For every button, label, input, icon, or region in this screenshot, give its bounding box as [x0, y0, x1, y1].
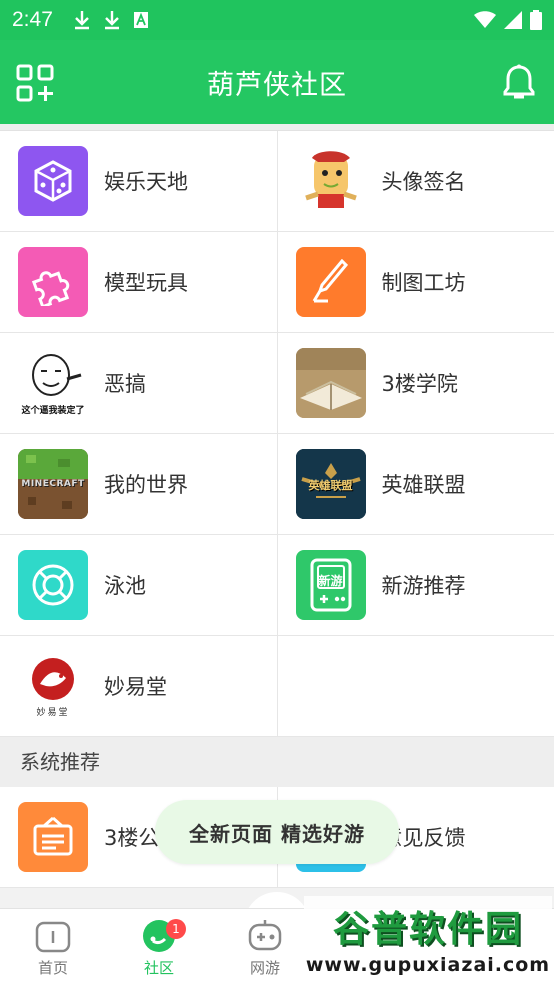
- category-label: 头像签名: [381, 170, 466, 194]
- category-label: 娱乐天地: [104, 170, 188, 194]
- category-item-entertainment[interactable]: 娱乐天地: [0, 131, 277, 231]
- notification-icons: [73, 10, 149, 30]
- app-notification-icon: [133, 12, 148, 28]
- signal-icon: [504, 11, 522, 29]
- meme-face-icon: 这个逼我装定了: [18, 348, 88, 418]
- category-item-avatar[interactable]: 头像签名: [276, 131, 554, 231]
- category-item-drawing[interactable]: 制图工坊: [276, 232, 554, 332]
- section-title-system: 系统推荐: [0, 737, 554, 787]
- tab-online-games[interactable]: 网游: [212, 909, 318, 984]
- notice-board-icon: [18, 802, 88, 872]
- category-label: 模型玩具: [104, 271, 188, 295]
- category-label: 制图工坊: [381, 271, 466, 295]
- open-book-icon: [295, 348, 366, 418]
- battery-icon: [530, 10, 542, 30]
- tab-label: 社区: [143, 959, 174, 977]
- category-label: 3楼学院: [381, 372, 458, 396]
- gamepad-icon: [248, 920, 282, 951]
- category-item-miaoyitang[interactable]: 妙易堂 妙易堂: [0, 636, 277, 736]
- puzzle-icon: [18, 247, 88, 317]
- category-label: 新游推荐: [381, 574, 466, 598]
- category-label: 我的世界: [104, 473, 188, 497]
- fish-logo-icon: 妙易堂: [18, 651, 88, 721]
- status-time: 2:47: [12, 8, 53, 31]
- gamepad-new-icon: 新游: [295, 550, 366, 620]
- pen-nib-icon: [295, 247, 366, 317]
- lol-icon: 英雄联盟: [295, 449, 366, 519]
- watermark-url: www.gupuxiazai.com: [305, 954, 551, 976]
- category-item-pool[interactable]: 泳池: [0, 535, 277, 635]
- tab-community[interactable]: 1 社区: [106, 909, 212, 984]
- tab-home[interactable]: 首页: [0, 909, 106, 984]
- download-icon: [74, 11, 89, 30]
- category-item-academy[interactable]: 3楼学院: [276, 333, 554, 433]
- category-empty-cell: [276, 636, 554, 736]
- category-label: 恶搞: [104, 372, 146, 396]
- category-item-new-games[interactable]: 新游 新游推荐: [276, 535, 554, 635]
- category-label: 泳池: [104, 574, 146, 598]
- category-item-minecraft[interactable]: MINECRAFT 我的世界: [0, 434, 277, 534]
- bell-icon[interactable]: [500, 64, 538, 102]
- cartoon-avatar-icon: [295, 146, 366, 216]
- category-grid: 娱乐天地 头像签名 模型玩具 制图工坊 这个逼我装定了 恶搞 3楼学院 MINE…: [0, 131, 554, 737]
- lol-logo-text: 英雄联盟: [308, 479, 353, 492]
- dice-icon: [18, 146, 88, 216]
- add-category-icon[interactable]: [16, 64, 54, 102]
- app-header: 葫芦侠社区: [0, 40, 554, 124]
- category-item-models[interactable]: 模型玩具: [0, 232, 277, 332]
- home-icon: [35, 921, 71, 953]
- category-label: 3楼公: [104, 826, 160, 850]
- category-row: MINECRAFT 我的世界 英雄联盟 英雄联盟: [0, 434, 554, 535]
- miaoyitang-caption: 妙易堂: [36, 708, 70, 718]
- tab-label: 网游: [249, 959, 280, 977]
- meme-caption: 这个逼我装定了: [21, 405, 85, 416]
- page-title: 葫芦侠社区: [207, 69, 347, 101]
- watermark-overlay: 谷普软件园 www.gupuxiazai.com: [304, 896, 552, 980]
- new-games-caption: 新游: [318, 574, 343, 588]
- download-icon: [104, 11, 119, 30]
- wifi-icon: [474, 11, 496, 28]
- minecraft-icon: MINECRAFT: [18, 449, 88, 519]
- category-label: 英雄联盟: [381, 473, 466, 497]
- category-label: 妙易堂: [104, 675, 167, 699]
- lifebuoy-icon: [18, 550, 88, 620]
- community-content[interactable]: 娱乐天地 头像签名 模型玩具 制图工坊 这个逼我装定了 恶搞 3楼学院 MINE…: [0, 124, 554, 908]
- category-row: 妙易堂 妙易堂: [0, 636, 554, 737]
- category-row: 泳池 新游 新游推荐: [0, 535, 554, 636]
- tab-label: 首页: [37, 959, 68, 977]
- category-item-lol[interactable]: 英雄联盟 英雄联盟: [276, 434, 554, 534]
- top-divider: [0, 124, 554, 131]
- status-bar: 2:47: [0, 0, 554, 40]
- category-item-funny[interactable]: 这个逼我装定了 恶搞: [0, 333, 277, 433]
- watermark-title: 谷普软件园: [332, 909, 523, 950]
- minecraft-logo-text: MINECRAFT: [21, 479, 85, 489]
- category-row: 娱乐天地 头像签名: [0, 131, 554, 232]
- toast-message: 全新页面 精选好游: [155, 800, 399, 864]
- system-icons: [474, 10, 542, 30]
- notification-badge: 1: [166, 919, 186, 939]
- category-row: 模型玩具 制图工坊: [0, 232, 554, 333]
- category-row: 这个逼我装定了 恶搞 3楼学院: [0, 333, 554, 434]
